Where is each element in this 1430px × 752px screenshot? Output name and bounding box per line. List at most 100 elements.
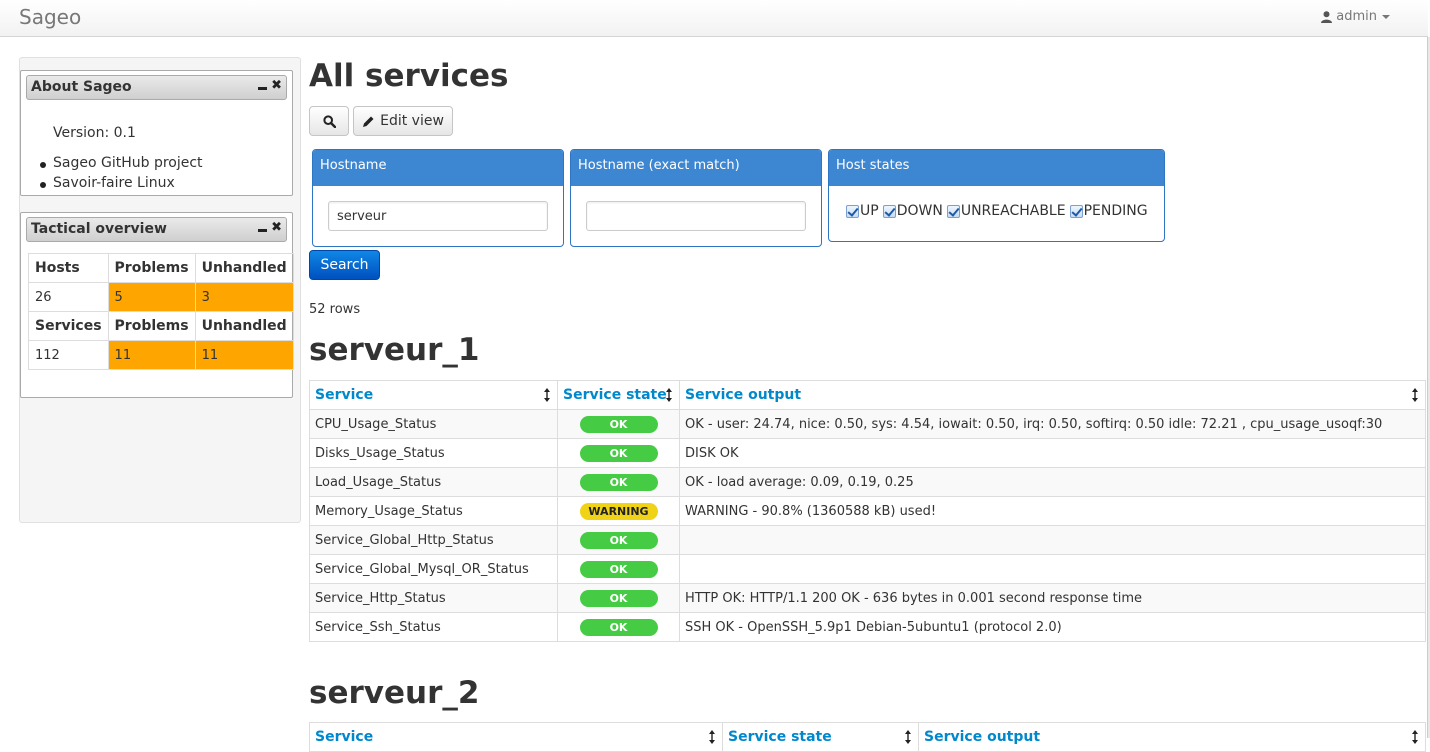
- checkbox-down[interactable]: DOWN: [882, 203, 943, 219]
- host-unhandled-count[interactable]: 3: [194, 282, 294, 312]
- user-name: admin: [1336, 9, 1377, 24]
- filter-hostname-exact: Hostname (exact match): [570, 149, 822, 247]
- table-row[interactable]: Service_Global_Mysql_OR_Status OK: [309, 554, 1426, 584]
- services-count[interactable]: 112: [28, 340, 109, 370]
- status-badge: OK: [579, 618, 658, 636]
- column-service-output-label: Service output: [924, 729, 1041, 745]
- top-navbar: Sageo admin: [0, 0, 1428, 37]
- service-state-cell: OK: [557, 554, 680, 584]
- status-badge: OK: [579, 531, 658, 549]
- filter-hostname-label: Hostname: [313, 150, 563, 186]
- checkbox-down-label: DOWN: [896, 203, 943, 219]
- sfl-link[interactable]: Savoir-faire Linux: [40, 175, 203, 195]
- checkbox-pending[interactable]: PENDING: [1069, 203, 1148, 219]
- table-row[interactable]: Disks_Usage_Status OK DISK OK: [309, 438, 1426, 468]
- service-state-cell: OK: [557, 525, 680, 555]
- chevron-down-icon: [1382, 14, 1390, 19]
- page-title: All services: [309, 58, 509, 94]
- rows-count: 52 rows: [309, 302, 361, 317]
- brand-logo[interactable]: Sageo: [19, 5, 81, 29]
- minimize-icon[interactable]: [258, 229, 267, 232]
- checkbox-checked-icon[interactable]: [882, 204, 896, 218]
- about-links: Sageo GitHub project Savoir-faire Linux: [40, 155, 203, 195]
- sort-icon[interactable]: [1412, 388, 1418, 402]
- service-output: DISK OK: [679, 438, 1426, 468]
- host-unhandled-header: Unhandled: [194, 253, 294, 283]
- tactical-widget: Tactical overview ✖ Hosts Problems Unhan…: [20, 212, 294, 398]
- about-widget-title: About Sageo: [31, 79, 132, 95]
- tactical-table: Hosts Problems Unhandled 26 5 3 Services…: [28, 253, 294, 370]
- status-badge: OK: [579, 560, 658, 578]
- checkbox-unreachable[interactable]: UNREACHABLE: [946, 203, 1066, 219]
- service-name[interactable]: Service_Global_Http_Status: [309, 525, 558, 555]
- host-heading: serveur_2: [309, 675, 480, 711]
- service-output: OK - user: 24.74, nice: 0.50, sys: 4.54,…: [679, 409, 1426, 439]
- close-icon[interactable]: ✖: [271, 220, 282, 235]
- about-widget-header[interactable]: About Sageo ✖: [26, 75, 287, 100]
- service-unhandled-header: Unhandled: [194, 311, 294, 341]
- sort-icon[interactable]: [905, 730, 911, 744]
- table-row[interactable]: Load_Usage_Status OK OK - load average: …: [309, 467, 1426, 497]
- sidebar: About Sageo ✖ Version: 0.1 Sageo GitHub …: [19, 57, 301, 523]
- about-widget: About Sageo ✖ Version: 0.1 Sageo GitHub …: [20, 70, 293, 196]
- table-row[interactable]: Memory_Usage_Status WARNING WARNING - 90…: [309, 496, 1426, 526]
- status-badge: OK: [579, 589, 658, 607]
- edit-view-button[interactable]: Edit view: [353, 106, 453, 136]
- toggle-filter-button[interactable]: [309, 106, 349, 136]
- user-menu[interactable]: admin: [1321, 9, 1390, 24]
- filter-host-states-label: Host states: [829, 150, 1164, 186]
- service-name[interactable]: Service_Global_Mysql_OR_Status: [309, 554, 558, 584]
- checkbox-checked-icon[interactable]: [1069, 204, 1083, 218]
- sort-icon[interactable]: [1412, 730, 1418, 744]
- hosts-header: Hosts: [28, 253, 109, 283]
- sort-icon[interactable]: [709, 730, 715, 744]
- service-output: WARNING - 90.8% (1360588 kB) used!: [679, 496, 1426, 526]
- table-row[interactable]: Service_Global_Http_Status OK: [309, 525, 1426, 555]
- checkbox-checked-icon[interactable]: [846, 204, 859, 218]
- host-heading: serveur_1: [309, 332, 480, 368]
- checkbox-up[interactable]: UP: [846, 203, 879, 219]
- github-link[interactable]: Sageo GitHub project: [40, 155, 203, 175]
- sort-icon[interactable]: [666, 388, 672, 402]
- table-row[interactable]: Service_Http_Status OK HTTP OK: HTTP/1.1…: [309, 583, 1426, 613]
- table-row[interactable]: Service_Ssh_Status OK SSH OK - OpenSSH_5…: [309, 612, 1426, 642]
- service-output: SSH OK - OpenSSH_5.9p1 Debian-5ubuntu1 (…: [679, 612, 1426, 642]
- status-badge: OK: [579, 473, 658, 491]
- service-state-cell: OK: [557, 612, 680, 642]
- column-service[interactable]: Service: [309, 380, 558, 410]
- host-problems-header: Problems: [107, 253, 196, 283]
- service-output: [679, 554, 1426, 584]
- host-problems-count[interactable]: 5: [107, 282, 196, 312]
- service-name[interactable]: Service_Ssh_Status: [309, 612, 558, 642]
- column-service-state-label: Service state: [728, 729, 832, 745]
- column-service-label: Service: [315, 387, 374, 403]
- tactical-widget-header[interactable]: Tactical overview ✖: [26, 217, 287, 242]
- service-name[interactable]: Disks_Usage_Status: [309, 438, 558, 468]
- service-name[interactable]: Load_Usage_Status: [309, 467, 558, 497]
- close-icon[interactable]: ✖: [271, 78, 282, 93]
- tactical-widget-title: Tactical overview: [31, 221, 167, 237]
- hosts-count[interactable]: 26: [28, 282, 109, 312]
- service-unhandled-count[interactable]: 11: [194, 340, 294, 370]
- column-service-output[interactable]: Service output: [918, 722, 1426, 752]
- service-name[interactable]: Service_Http_Status: [309, 583, 558, 613]
- column-service-output[interactable]: Service output: [679, 380, 1426, 410]
- service-name[interactable]: Memory_Usage_Status: [309, 496, 558, 526]
- column-service-state[interactable]: Service state: [557, 380, 680, 410]
- column-service-state[interactable]: Service state: [722, 722, 919, 752]
- checkbox-checked-icon[interactable]: [946, 204, 960, 218]
- checkbox-up-label: UP: [860, 203, 879, 219]
- hostname-exact-input[interactable]: [586, 201, 806, 231]
- service-name[interactable]: CPU_Usage_Status: [309, 409, 558, 439]
- table-row[interactable]: CPU_Usage_Status OK OK - user: 24.74, ni…: [309, 409, 1426, 439]
- search-button[interactable]: Search: [309, 250, 380, 280]
- minimize-icon[interactable]: [258, 87, 267, 90]
- user-icon: [1321, 10, 1333, 23]
- sort-icon[interactable]: [544, 388, 550, 402]
- service-problems-count[interactable]: 11: [107, 340, 196, 370]
- service-problems-header: Problems: [107, 311, 196, 341]
- column-service[interactable]: Service: [309, 722, 723, 752]
- service-state-cell: OK: [557, 583, 680, 613]
- hostname-input[interactable]: [328, 201, 548, 231]
- column-service-state-label: Service state: [563, 387, 667, 403]
